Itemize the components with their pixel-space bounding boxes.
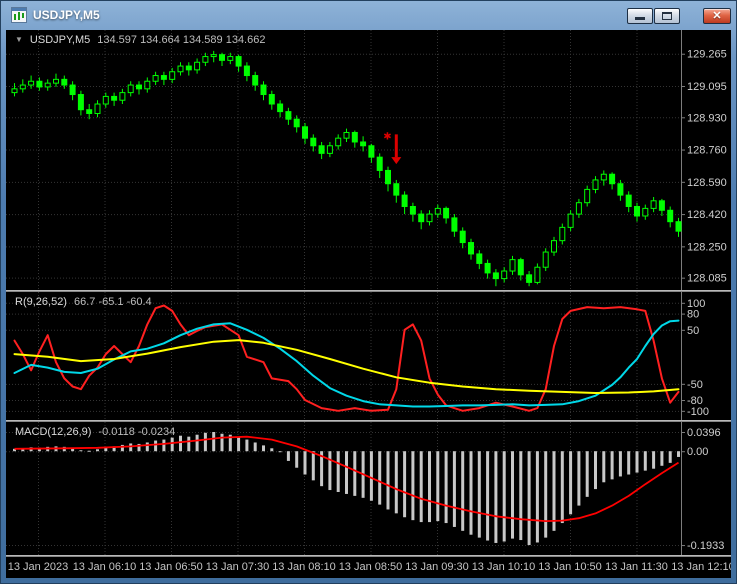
svg-text:128.250: 128.250 xyxy=(687,241,727,253)
svg-text:-50: -50 xyxy=(687,379,703,391)
sell-arrow-annotation: ✱ xyxy=(383,131,402,165)
macd-name: MACD(12,26,9) xyxy=(15,426,92,438)
svg-text:128.590: 128.590 xyxy=(687,177,727,189)
candlestick-chart[interactable]: 129.265 129.095 128.930 128.760 128.590 128.4… xyxy=(6,30,731,290)
svg-text:128.930: 128.930 xyxy=(687,112,727,124)
time-axis-label: 13 Jan 06:50 xyxy=(139,561,203,573)
window-title: USDJPY,M5 xyxy=(33,8,100,22)
svg-text:80: 80 xyxy=(687,309,699,321)
minimize-button[interactable] xyxy=(627,8,653,24)
title-bar[interactable]: USDJPY,M5 ✕ xyxy=(0,0,737,30)
time-axis[interactable]: 13 Jan 2023 13 Jan 06:10 13 Jan 06:50 13 Ja… xyxy=(6,557,731,578)
window-icon xyxy=(11,7,27,23)
maximize-button[interactable] xyxy=(654,8,680,24)
time-axis-label: 13 Jan 07:30 xyxy=(205,561,270,573)
close-icon: ✕ xyxy=(712,10,722,22)
ohlc-values: 134.597 134.664 134.589 134.662 xyxy=(97,34,266,46)
svg-text:✱: ✱ xyxy=(383,131,391,142)
svg-text:129.095: 129.095 xyxy=(687,81,727,93)
oscillator-values: 66.7 -65.1 -60.4 xyxy=(73,296,152,308)
svg-text:-0.1933: -0.1933 xyxy=(687,540,724,552)
svg-text:0.0396: 0.0396 xyxy=(687,427,721,439)
macd-values: -0.0118 -0.0234 xyxy=(98,426,176,438)
time-axis-label: 13 Jan 08:50 xyxy=(338,561,403,573)
chart-window: USDJPY,M5 ✕ ▼ USDJPY,M5 134.597 134.664 13… xyxy=(0,0,737,584)
main-chart-panel[interactable]: ▼ USDJPY,M5 134.597 134.664 134.589 134.66… xyxy=(6,30,731,290)
oscillator-name: R(9,26,52) xyxy=(15,296,67,308)
oscillator-panel[interactable]: R(9,26,52) 66.7 -65.1 -60.4 100 80 50 -50 -80… xyxy=(6,292,731,420)
chart-header: ▼ USDJPY,M5 134.597 134.664 134.589 134.66… xyxy=(15,34,265,46)
macd-header: MACD(12,26,9) -0.0118 -0.0234 xyxy=(15,426,175,438)
svg-text:0.00: 0.00 xyxy=(687,446,708,458)
svg-text:128.760: 128.760 xyxy=(687,145,727,157)
time-axis-label: 13 Jan 08:10 xyxy=(272,561,336,573)
macd-chart[interactable]: 0.0396 0.00 -0.1933 xyxy=(6,422,731,555)
time-axis-label: 13 Jan 10:50 xyxy=(538,561,602,573)
close-button[interactable]: ✕ xyxy=(703,8,731,24)
chart-client-area: ▼ USDJPY,M5 134.597 134.664 134.589 134.66… xyxy=(6,30,731,578)
svg-text:129.265: 129.265 xyxy=(687,49,727,61)
svg-text:-100: -100 xyxy=(687,406,709,418)
time-axis-label: 13 Jan 09:30 xyxy=(405,561,469,573)
maximize-icon xyxy=(662,12,672,20)
symbol-period-label: USDJPY,M5 xyxy=(29,34,91,46)
oscillator-header: R(9,26,52) 66.7 -65.1 -60.4 xyxy=(15,296,152,308)
time-axis-label: 13 Jan 2023 xyxy=(7,561,69,573)
time-axis-label: 13 Jan 06:10 xyxy=(72,561,137,573)
macd-panel[interactable]: MACD(12,26,9) -0.0118 -0.0234 0.0396 0.00 -… xyxy=(6,422,731,555)
time-axis-label: 13 Jan 11:30 xyxy=(605,561,668,573)
svg-text:50: 50 xyxy=(687,325,699,337)
collapse-arrow-icon[interactable]: ▼ xyxy=(15,35,23,44)
time-axis-label: 13 Jan 12:10 xyxy=(671,561,731,573)
time-axis-label: 13 Jan 10:10 xyxy=(471,561,536,573)
minimize-icon xyxy=(635,17,645,20)
oscillator-chart[interactable]: 1008050-50-80-100 xyxy=(6,292,731,420)
svg-text:128.420: 128.420 xyxy=(687,209,727,221)
svg-text:128.085: 128.085 xyxy=(687,273,727,285)
